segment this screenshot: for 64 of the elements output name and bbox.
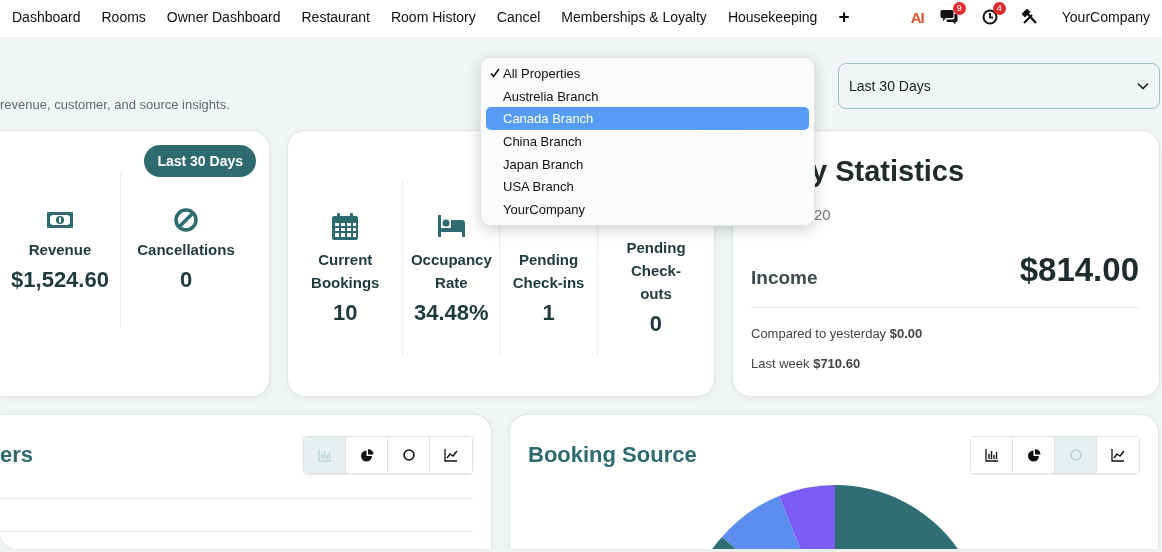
ai-logo[interactable]: AI: [910, 8, 924, 26]
stat-value: 0: [179, 267, 193, 293]
count-badge: 9: [952, 2, 966, 15]
income-label: Income: [751, 267, 818, 289]
circle-icon: [1068, 448, 1083, 462]
count-badge: 4: [992, 2, 1006, 15]
stat-label: Revenue: [28, 240, 92, 260]
nav-link[interactable]: Dashboard: [12, 9, 81, 25]
chart-type-button[interactable]: [971, 437, 1013, 473]
chevron-down-icon: [1137, 82, 1149, 90]
nav-link[interactable]: Cancel: [496, 9, 541, 25]
chart-type-button[interactable]: [1013, 437, 1055, 473]
pie-chart-icon: [359, 448, 374, 462]
stat-label: Pending Check-outs: [625, 238, 687, 304]
company-switcher[interactable]: YourCompany: [1061, 9, 1150, 25]
stat-label: Occupancy Rate: [409, 249, 493, 293]
comparison-text: Compared to yesterday $0.00: [751, 326, 924, 341]
bar-chart-icon: [317, 448, 332, 462]
chart-type-button[interactable]: [346, 437, 388, 473]
checkmark-icon: [490, 68, 500, 79]
nav-link[interactable]: Housekeeping: [727, 9, 818, 25]
card-title: Booking Source: [528, 442, 697, 468]
line-chart-icon: [1111, 448, 1125, 462]
nav-link[interactable]: Restaurant: [301, 9, 370, 25]
dropdown-option[interactable]: China Branch: [486, 130, 809, 153]
activities-button[interactable]: 4: [981, 2, 1006, 25]
stat-value: 34.48%: [414, 299, 489, 326]
stat-value: 1: [542, 299, 555, 326]
stat-label: Cancellations: [137, 240, 235, 260]
income-value: $814.00: [1019, 251, 1139, 289]
tools-icon: [1021, 9, 1038, 25]
nav-link[interactable]: Room History: [390, 9, 476, 25]
last-week-text: Last week $710.60: [751, 356, 862, 371]
pie-chart-icon: [1026, 448, 1041, 462]
nav-link[interactable]: Memberships & Loyalty: [561, 9, 707, 25]
period-select[interactable]: Last 30 Days: [838, 63, 1160, 109]
stat-value: $1,524.60: [11, 267, 109, 293]
dropdown-option[interactable]: Austrelia Branch: [486, 84, 809, 108]
dropdown-option[interactable]: Japan Branch: [486, 152, 809, 176]
chat-icon: [939, 9, 958, 25]
line-chart-icon: [444, 448, 458, 462]
dropdown-option[interactable]: YourCompany: [486, 198, 809, 221]
clock-icon: [981, 9, 998, 25]
stat-value: 0: [649, 311, 663, 337]
nav-link[interactable]: Owner Dashboard: [166, 9, 281, 25]
page-subtitle: revenue, customer, and source insights.: [0, 97, 230, 112]
stat-value: 10: [333, 299, 358, 326]
chart-type-button[interactable]: [388, 437, 430, 473]
calendar-icon: [331, 211, 360, 242]
stat-label: Current Bookings: [310, 249, 381, 293]
prohibited-icon: [172, 208, 200, 232]
bar-chart-icon: [984, 448, 999, 462]
nav-link[interactable]: Rooms: [101, 9, 146, 25]
date-text: -20: [808, 206, 832, 223]
messages-button[interactable]: 9: [939, 2, 966, 25]
dropdown-option[interactable]: All Properties: [486, 62, 809, 85]
card-title: ers: [0, 442, 34, 468]
chart-type-button[interactable]: [1097, 437, 1139, 473]
chart-type-button[interactable]: [430, 437, 472, 473]
stat-label: Pending Check-ins: [511, 249, 586, 293]
add-menu-button[interactable]: +: [838, 6, 850, 28]
dropdown-option[interactable]: USA Branch: [486, 175, 809, 199]
circle-icon: [401, 448, 416, 462]
period-badge: Last 30 Days: [144, 145, 256, 177]
